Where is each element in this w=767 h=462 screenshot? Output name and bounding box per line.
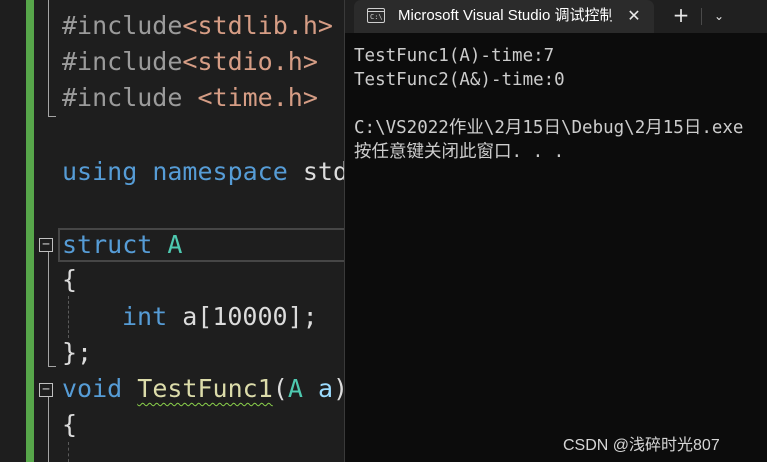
keyword-namespace: namespace	[152, 157, 288, 186]
tab-title: Microsoft Visual Studio 调试控制台	[398, 7, 612, 24]
param-type: A	[287, 374, 303, 403]
function-fold-toggle[interactable]: −	[39, 383, 53, 397]
title-bar[interactable]: C:\ Microsoft Visual Studio 调试控制台 ✕ + ⌄	[345, 0, 767, 33]
terminal-icon-label: C:\	[370, 13, 383, 21]
header-name: <time.h>	[197, 83, 318, 112]
code-line-include-stdlib[interactable]: #include<stdlib.h>	[62, 8, 333, 44]
preprocessor-directive: #include	[62, 83, 198, 112]
debug-console-window[interactable]: C:\ Microsoft Visual Studio 调试控制台 ✕ + ⌄ …	[344, 0, 767, 462]
code-line-using-namespace[interactable]: using namespace std	[62, 154, 344, 190]
code-line-member[interactable]: int a[10000];	[122, 299, 318, 335]
brace: {	[62, 265, 78, 294]
struct-fold-line	[48, 252, 49, 366]
function-name: TestFunc1	[137, 374, 273, 403]
code-line-brace-open[interactable]: {	[62, 262, 77, 298]
code-line-struct-decl[interactable]: struct A	[62, 227, 182, 263]
header-name: <stdio.h>	[182, 47, 318, 76]
code-line-brace-close[interactable]: };	[62, 335, 92, 371]
struct-fold-end	[48, 366, 56, 367]
code-line-include-time[interactable]: #include <time.h>	[62, 80, 318, 116]
keyword-struct: struct	[62, 230, 153, 259]
brace: {	[62, 410, 78, 439]
watermark: CSDN @浅碎时光807	[563, 437, 720, 454]
preprocessor-directive: #include	[62, 11, 183, 40]
code-line-include-stdio[interactable]: #include<stdio.h>	[62, 44, 318, 80]
output-line: C:\VS2022作业\2月15日\Debug\2月15日.exe	[354, 118, 744, 138]
include-fold-end	[48, 116, 56, 117]
keyword-using: using	[62, 157, 138, 186]
code-editor[interactable]: − − #include<stdlib.h> #include<stdio.h>…	[0, 0, 344, 462]
struct-name: A	[167, 230, 183, 259]
namespace-name: std	[302, 157, 344, 186]
chevron-down-icon[interactable]: ⌄	[707, 0, 731, 33]
change-indicator-bar	[26, 0, 34, 462]
keyword-int: int	[122, 302, 168, 331]
function-fold-line	[48, 397, 49, 462]
output-line: TestFunc1(A)-time:7	[354, 46, 555, 66]
close-tab-icon[interactable]: ✕	[622, 0, 646, 33]
param-name: a	[317, 374, 333, 403]
preprocessor-directive: #include	[62, 47, 183, 76]
console-output[interactable]: TestFunc1(A)-time:7 TestFunc2(A&)-time:0…	[354, 44, 767, 444]
indent-guide	[68, 296, 69, 338]
output-line: TestFunc2(A&)-time:0	[354, 70, 565, 90]
brace: };	[62, 338, 93, 367]
member-declaration: a[10000];	[182, 302, 318, 331]
output-line: 按任意键关闭此窗口. . .	[354, 142, 565, 162]
new-tab-button[interactable]: +	[667, 0, 695, 33]
keyword-void: void	[62, 374, 123, 403]
console-tab[interactable]: C:\ Microsoft Visual Studio 调试控制台 ✕	[354, 0, 654, 33]
header-name: <stdlib.h>	[182, 11, 333, 40]
code-line-function-decl[interactable]: void TestFunc1(A a)	[62, 371, 344, 407]
tab-divider	[701, 8, 702, 25]
function-indent-guide	[68, 442, 69, 462]
struct-fold-toggle[interactable]: −	[39, 238, 53, 252]
code-line-function-brace[interactable]: {	[62, 407, 77, 443]
include-fold-line	[48, 0, 49, 116]
paren-close: )	[333, 374, 344, 403]
paren-open: (	[272, 374, 288, 403]
terminal-icon: C:\	[367, 8, 385, 23]
